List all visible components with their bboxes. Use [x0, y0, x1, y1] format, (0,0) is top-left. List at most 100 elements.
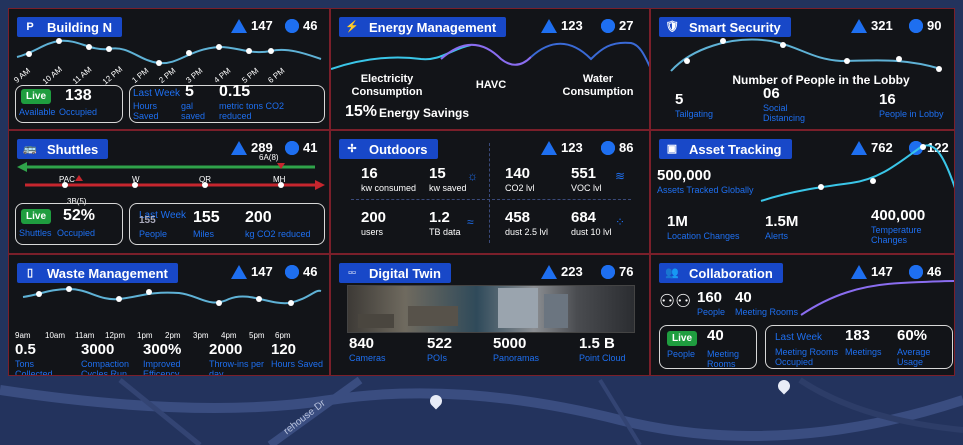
location-value: 1M: [667, 213, 688, 230]
tailgating-label: Tailgating: [675, 109, 714, 119]
digital-twin-icon: ▫▫: [348, 267, 356, 279]
pois-value: 522: [427, 335, 453, 352]
twin-header[interactable]: ▫▫ Digital Twin: [339, 263, 451, 283]
stop-label: QR: [199, 175, 211, 184]
alert-icon: [541, 140, 557, 155]
voc-value: 551: [571, 165, 597, 182]
group-icon: ⚇⚇: [659, 291, 692, 311]
waste-time-axis: 9am 10am 11am 12pm 1pm 2pm 3pm 4pm 5pm 6…: [15, 331, 325, 341]
stop-label: PAC: [59, 175, 75, 184]
miles-value: 155: [193, 209, 220, 226]
efficiency-value: 300%: [143, 341, 182, 358]
shuttles-settings[interactable]: 41: [285, 140, 317, 155]
throw-ins-value: 2000: [209, 341, 243, 358]
outdoors-title: Outdoors: [369, 141, 428, 157]
live-rooms-label: Meeting Rooms: [707, 349, 740, 369]
tons-value: 0.5: [15, 341, 36, 358]
security-line-chart: [670, 38, 942, 72]
dust-icon: ⁘: [615, 215, 626, 229]
users-value: 200: [361, 209, 387, 226]
live-people-label: People: [667, 349, 696, 359]
collab-rooms-label: Meeting Rooms: [735, 307, 799, 317]
gear-icon: [285, 140, 299, 155]
time-label: 11am: [75, 331, 95, 340]
live-badge: Live: [667, 331, 698, 346]
tracked-value: 500,000: [657, 167, 712, 184]
co2-value: 0.15: [219, 83, 251, 100]
savings-pct: 15%: [345, 103, 378, 120]
live-badge: Live: [21, 209, 52, 224]
compaction-value: 3000: [81, 341, 115, 358]
tracked-label: Assets Tracked Globally: [657, 185, 754, 195]
wind-turbine-icon: ✢: [347, 143, 357, 155]
twin-title: Digital Twin: [369, 265, 441, 281]
twin-alerts[interactable]: 223: [541, 264, 583, 279]
co2-label: kg CO2 reduced: [245, 229, 311, 239]
building-live-value: 138: [65, 87, 92, 104]
shuttles-header[interactable]: 🚌 Shuttles: [17, 139, 109, 159]
twin-settings[interactable]: 76: [601, 264, 633, 279]
wifi-icon: ≈: [467, 215, 474, 229]
co2-label: CO2 lvl: [505, 183, 535, 193]
point-cloud-label: Point Cloud: [579, 353, 626, 363]
tailgating-value: 5: [675, 91, 684, 108]
collab-people-label: People: [697, 307, 726, 317]
occupied-label: Occupied: [57, 228, 96, 238]
collab-rooms-value: 40: [735, 289, 752, 306]
occupied-value: 183: [845, 327, 871, 344]
dust10-label: dust 10 lvl: [571, 227, 612, 237]
point-cloud-value: 1.5 B: [579, 335, 615, 352]
co2-value: 140: [505, 165, 531, 182]
people-value: 155: [139, 215, 156, 226]
shuttles-title: Shuttles: [47, 141, 99, 157]
bus-icon: 🚌: [23, 143, 37, 155]
time-label: 5pm: [249, 331, 265, 340]
buildings-graphic: [358, 288, 568, 328]
time-label: 3pm: [193, 331, 209, 340]
last-week-label: Last Week: [775, 332, 823, 343]
wind-icon: ≋: [615, 169, 626, 183]
miles-label: Miles: [193, 229, 215, 239]
tb-value: 1.2: [429, 209, 450, 226]
usage-label: Average Usage: [897, 347, 931, 367]
time-label: 9am: [15, 331, 31, 340]
kw-consumed-value: 16: [361, 165, 378, 182]
savings-label: Energy Savings: [379, 106, 470, 120]
asset-alerts-label: Alerts: [765, 231, 789, 241]
energy-panel: ⚡ Energy Management 123 27 Electricity Co…: [330, 8, 650, 130]
occupied-label: Occupied: [59, 107, 98, 117]
collab-panel: 👥 Collaboration 147 46 ⚇⚇ 160 People 40 M…: [650, 254, 955, 376]
asset-panel: ▣ Asset Tracking 762 122 500,000 Assets T…: [650, 130, 955, 254]
collab-people-value: 160: [697, 289, 723, 306]
collab-live-value: 40: [707, 327, 724, 344]
meetings-label: Meetings: [845, 347, 882, 357]
building-time-axis: 9 AM 10 AM 11 AM 12 PM 1 PM 2 PM 3 PM 4 …: [12, 65, 313, 87]
occupied-label: Meeting Rooms Occupied: [775, 347, 839, 367]
last-week-label: Last Week: [133, 88, 181, 99]
dust10-value: 684: [571, 209, 597, 226]
waste-panel: ▯ Waste Management 147 46 9am 10am 11am 1…: [8, 254, 330, 376]
waste-hours-value: 120: [271, 341, 297, 358]
outdoors-header[interactable]: ✢ Outdoors: [339, 139, 438, 159]
building-panel: P Building N 147 46 9 AM 10 AM 11 AM 12 P…: [8, 8, 330, 130]
dust25-value: 458: [505, 209, 531, 226]
stop-label: W: [132, 175, 140, 184]
outdoors-alerts[interactable]: 123: [541, 140, 583, 155]
people-label: People: [139, 229, 168, 239]
users-label: users: [361, 227, 384, 237]
energy-wave-chart: [331, 41, 649, 70]
waste-hours-label: Hours Saved: [271, 359, 324, 369]
time-label: 1pm: [137, 331, 153, 340]
social-value: 06: [763, 85, 780, 102]
outdoors-settings[interactable]: 86: [601, 140, 633, 155]
efficiency-label: Improved Efficency: [143, 359, 181, 376]
throw-ins-label: Throw-ins per day: [209, 359, 265, 376]
shuttles-live-value: 52%: [63, 207, 96, 224]
gear-icon: [601, 264, 615, 279]
time-label: 10am: [45, 331, 66, 340]
point-cloud-image[interactable]: [347, 285, 635, 333]
cameras-value: 840: [349, 335, 375, 352]
alert-count: 123: [561, 140, 583, 155]
lobby-title: Number of People in the Lobby: [732, 73, 910, 87]
lobby-label: People in Lobby: [879, 109, 944, 119]
